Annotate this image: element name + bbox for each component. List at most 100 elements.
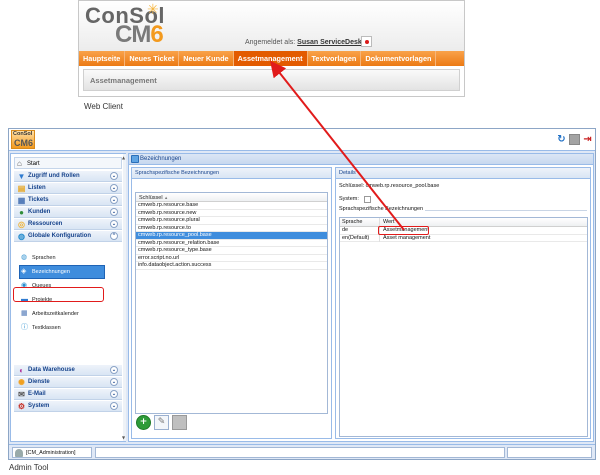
chevron-down-icon[interactable]: ⌄ [110, 172, 118, 180]
key-column-header[interactable]: Schlüssel ▲ [136, 193, 327, 202]
chevron-down-icon[interactable]: ⌄ [110, 402, 118, 410]
system-checkbox[interactable] [364, 196, 371, 203]
logout-icon[interactable]: ⇥ [582, 134, 593, 145]
table-row-selected[interactable]: cmweb.rp.resource_pool.base [136, 232, 327, 240]
chevron-down-icon[interactable]: ⌄ [110, 196, 118, 204]
table-row[interactable]: error.script.no.url [136, 255, 327, 262]
cm6-logo-text: CM6 [115, 21, 164, 48]
lang-panel-toolbar: + ✎ [136, 415, 187, 431]
nav-group-dienste[interactable]: ✺ Dienste ⌄ [14, 377, 122, 388]
admin-logo-bottom: CM6 [14, 138, 34, 148]
data-warehouse-icon: ◐ [19, 366, 24, 375]
detail-system-label: System: [339, 196, 359, 202]
list-icon: ▤ [17, 184, 26, 193]
nav-group-data-warehouse[interactable]: ◐ Data Warehouse ⌄ [14, 365, 122, 376]
table-row[interactable]: en(Default) Asset management [340, 234, 587, 242]
status-flag-icon[interactable] [361, 36, 372, 47]
value-highlight-box [378, 226, 429, 235]
nav-group-label: Kunden [28, 209, 51, 215]
nav-group-email[interactable]: ✉ E-Mail ⌄ [14, 389, 122, 400]
chevron-down-icon[interactable]: ⌄ [110, 208, 118, 216]
resource-icon: ◎ [18, 220, 25, 229]
language-icon: ◍ [21, 254, 28, 261]
table-row[interactable]: info.dataobject.action.success [136, 262, 327, 270]
nav-dokumentvorlagen[interactable]: Dokumentvorlagen [361, 51, 437, 66]
details-panel: Details Schlüssel: cmweb.rp.resource_poo… [335, 167, 591, 439]
nav-sub-textklassen[interactable]: ⓘ Textklassen [20, 322, 104, 334]
nav-textvorlagen[interactable]: Textvorlagen [308, 51, 362, 66]
services-icon: ✺ [18, 378, 25, 387]
nav-sub-label: Sprachen [32, 255, 56, 261]
nav-group-label: Globale Konfiguration [28, 233, 91, 239]
nav-group-label: Tickets [28, 197, 49, 203]
key-grid: Schlüssel ▲ cmweb.rp.resource.base cmweb… [135, 192, 328, 414]
calendar-icon: ▦ [21, 310, 28, 317]
logged-in-user-link[interactable]: Susan ServiceDesk [297, 39, 362, 46]
column-header-sprache[interactable]: Sprache [342, 218, 376, 227]
nav-group-system[interactable]: ⚙ System ⌄ [14, 401, 122, 412]
row-language: de [342, 227, 349, 233]
admin-header: ConSol CM6 ↻ ⇥ [9, 129, 595, 151]
nav-group-zugriff-und-rollen[interactable]: ▼ Zugriff und Rollen ⌄ [14, 171, 122, 182]
detail-key-label: Schlüssel: [339, 183, 365, 189]
email-icon: ✉ [18, 390, 25, 399]
table-row[interactable]: cmweb.rp.resource.to [136, 225, 327, 232]
main-panel: Bezeichnungen Sprachspezifische Bezeichn… [128, 153, 594, 442]
user-icon [15, 449, 23, 457]
nav-sub-bezeichnungen[interactable]: ◈ Bezeichnungen [19, 265, 105, 279]
chevron-down-icon[interactable]: ⌄ [110, 378, 118, 386]
nav-neuer-kunde[interactable]: Neuer Kunde [179, 51, 234, 66]
table-row[interactable]: cmweb.rp.resource.plural [136, 217, 327, 225]
table-row[interactable]: cmweb.rp.resource.base [136, 202, 327, 210]
admin-logo-top: ConSol [13, 131, 33, 137]
settings-icon[interactable] [569, 134, 580, 145]
nav-sub-list: ◍ Sprachen ◈ Bezeichnungen ◉ Queues ▬ Pr… [14, 244, 122, 367]
row-value[interactable]: Asset management [379, 234, 585, 242]
nav-scrollbar[interactable] [122, 154, 126, 441]
chevron-down-icon[interactable]: ⌄ [110, 184, 118, 192]
table-row[interactable]: cmweb.rp.resource_type.base [136, 247, 327, 255]
nav-group-tickets[interactable]: ▦ Tickets ⌄ [14, 195, 122, 206]
web-subheader: Assetmanagement [83, 69, 460, 91]
add-button[interactable]: + [136, 415, 151, 430]
detail-key-line: Schlüssel: cmweb.rp.resource_pool.base [339, 183, 439, 189]
nav-neues-ticket[interactable]: Neues Ticket [125, 51, 180, 66]
nav-sub-label: Textklassen [32, 325, 61, 331]
chevron-down-icon[interactable]: ⌄ [110, 220, 118, 228]
status-bar: [CM_Administration] [9, 444, 595, 459]
nav-sub-label: Bezeichnungen [32, 269, 70, 275]
language-labels-panel: Sprachspezifische Bezeichnungen Schlüsse… [131, 167, 332, 439]
web-page-title: Assetmanagement [90, 76, 157, 85]
nav-group-globale-konfiguration[interactable]: ◍ Globale Konfiguration ⌃ [14, 231, 122, 242]
chevron-down-icon[interactable]: ⌄ [110, 366, 118, 374]
edit-button[interactable]: ✎ [154, 415, 169, 430]
nav-sub-sprachen[interactable]: ◍ Sprachen [20, 252, 104, 264]
ticket-icon: ▦ [17, 196, 26, 205]
nav-start-label: Start [27, 161, 40, 167]
web-header: ConSol ✳ CM6 Angemeldet als: Susan Servi… [79, 1, 464, 51]
status-segment [507, 447, 592, 458]
chevron-down-icon[interactable]: ⌄ [110, 390, 118, 398]
nav-group-kunden[interactable]: ● Kunden ⌄ [14, 207, 122, 218]
nav-group-label: Zugriff und Rollen [28, 173, 80, 179]
access-roles-icon: ▼ [17, 172, 26, 181]
refresh-icon[interactable]: ↻ [556, 134, 567, 145]
row-language: en(Default) [342, 234, 370, 241]
nav-hauptseite[interactable]: Hauptseite [79, 51, 126, 66]
nav-start[interactable]: ⌂ Start [14, 157, 122, 169]
delete-button[interactable] [172, 415, 187, 430]
nav-group-ressourcen[interactable]: ◎ Ressourcen ⌄ [14, 219, 122, 230]
nav-group-listen[interactable]: ▤ Listen ⌄ [14, 183, 122, 194]
labels-icon [131, 155, 139, 163]
main-panel-title: Bezeichnungen [129, 154, 593, 165]
logo-sun-icon: ✳ [147, 2, 159, 18]
value-grid: Sprache Wert de Assetmanagement en(Defau… [339, 217, 588, 437]
nav-sub-arbeitszeitkalender[interactable]: ▦ Arbeitszeitkalender [20, 308, 104, 320]
web-client-screenshot: ConSol ✳ CM6 Angemeldet als: Susan Servi… [78, 0, 465, 97]
nav-assetmanagement[interactable]: Assetmanagement [233, 51, 308, 66]
table-row[interactable]: cmweb.rp.resource_relation.base [136, 240, 327, 247]
status-segment [95, 447, 505, 458]
table-row[interactable]: cmweb.rp.resource.new [136, 210, 327, 217]
chevron-up-icon[interactable]: ⌃ [110, 232, 118, 240]
system-gear-icon: ⚙ [17, 402, 26, 411]
